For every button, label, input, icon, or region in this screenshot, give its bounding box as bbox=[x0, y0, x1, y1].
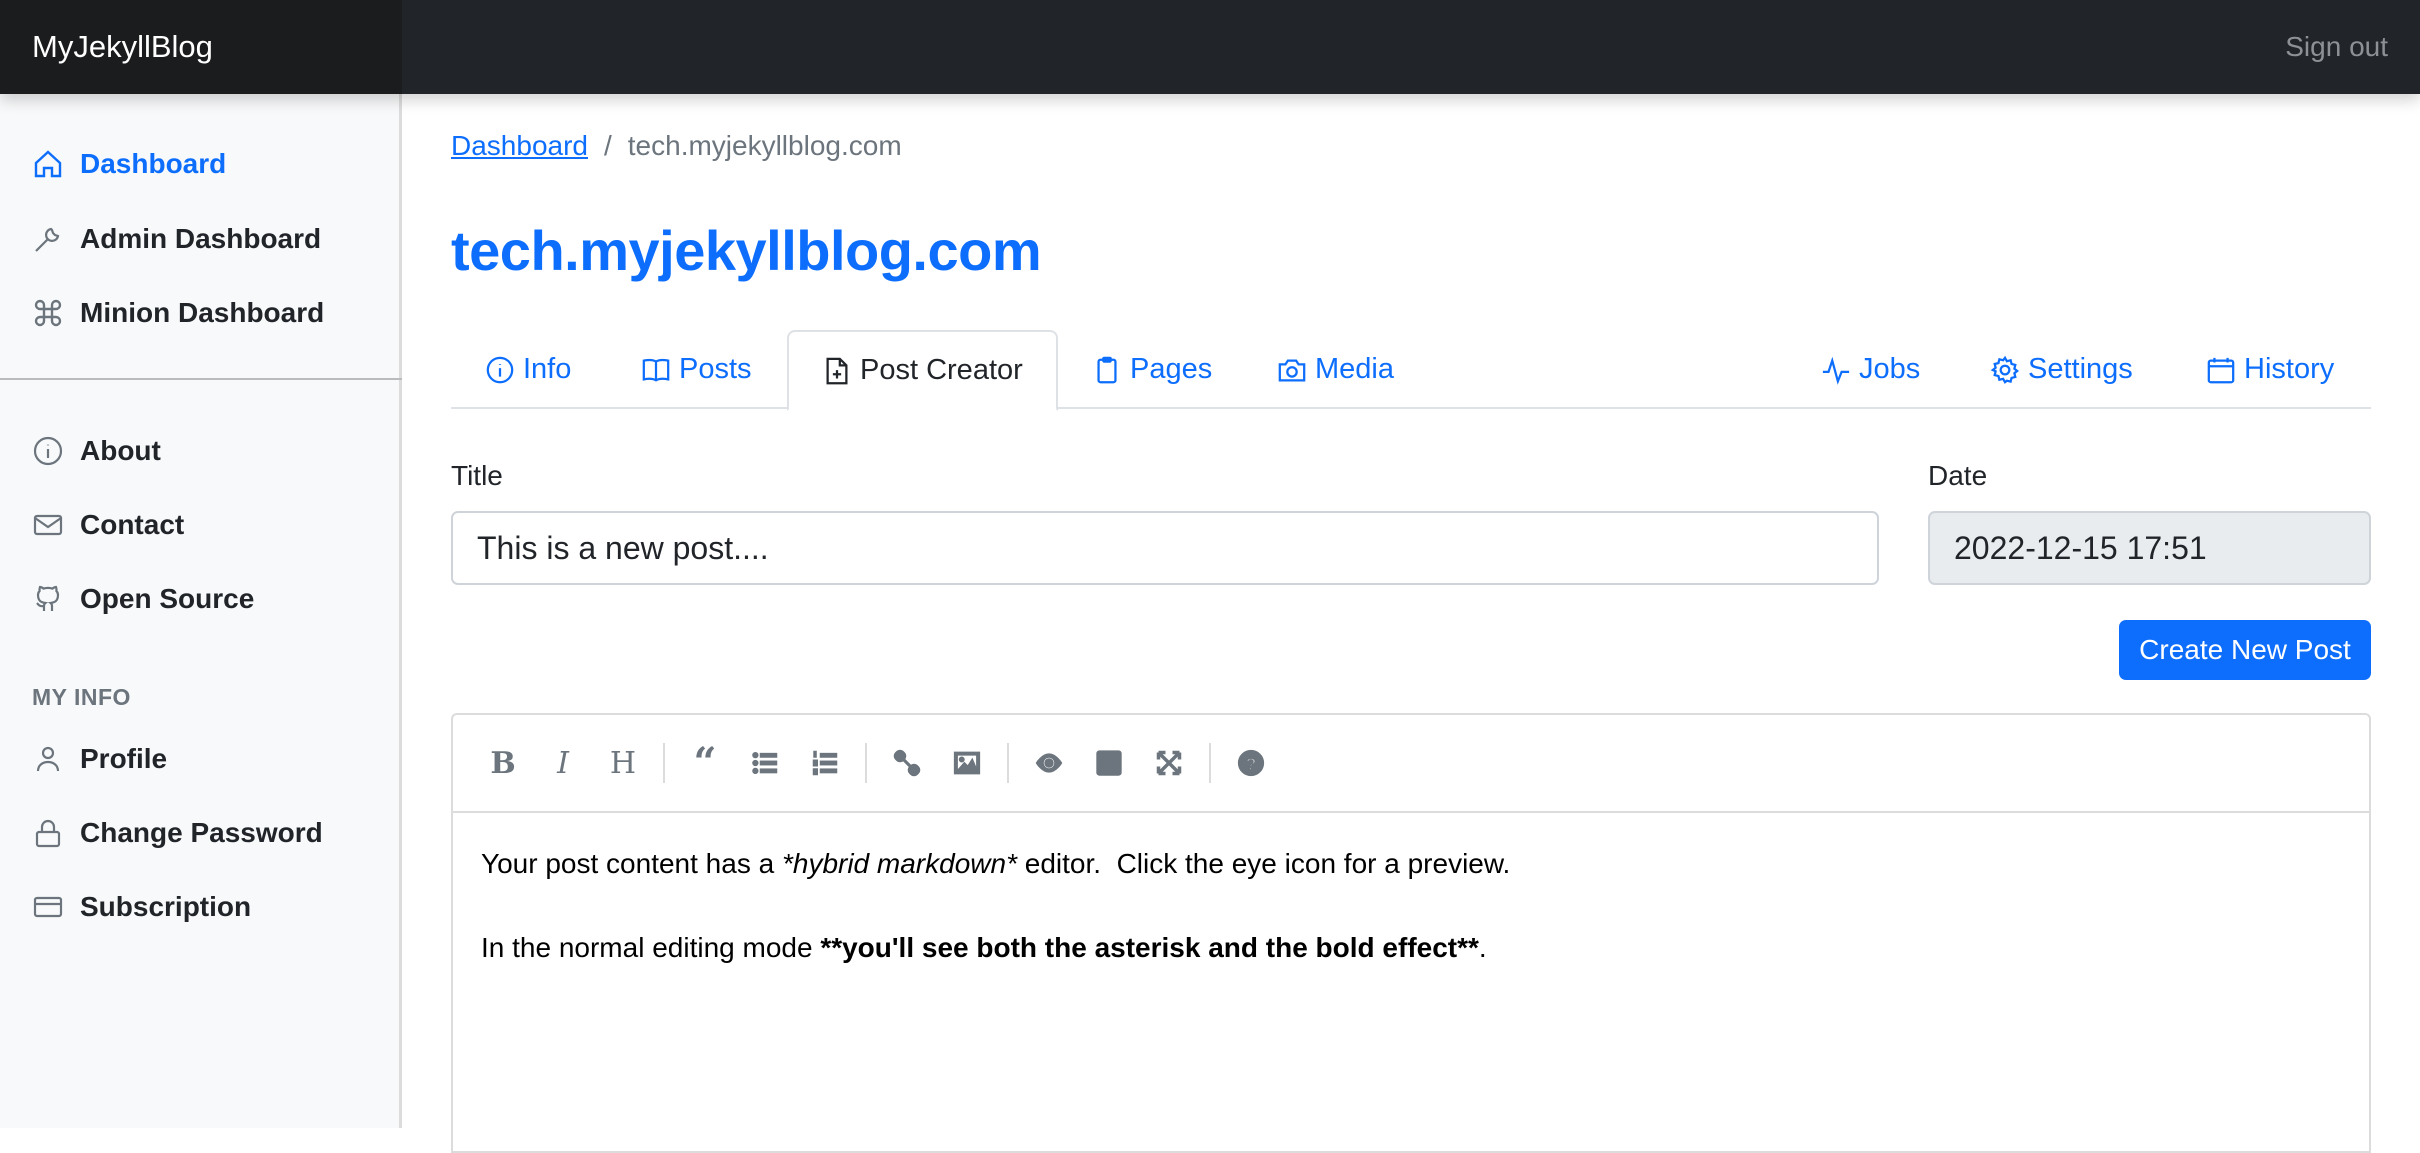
link-icon bbox=[893, 749, 921, 777]
toolbar-separator bbox=[1209, 743, 1211, 783]
breadcrumb-dashboard-link[interactable]: Dashboard bbox=[451, 130, 588, 161]
tab-jobs[interactable]: Jobs bbox=[1821, 330, 1920, 409]
activity-icon bbox=[1822, 356, 1850, 385]
command-icon bbox=[34, 299, 62, 327]
toolbar-separator bbox=[1007, 743, 1009, 783]
unordered-list-button[interactable] bbox=[735, 738, 795, 788]
date-input[interactable]: 2022-12-15 17:51 bbox=[1928, 511, 2371, 585]
editor-toolbar: B I H “ ? bbox=[453, 715, 2369, 813]
quote-icon: “ bbox=[693, 739, 717, 786]
heading-icon: H bbox=[609, 745, 637, 781]
columns-icon bbox=[1096, 750, 1122, 776]
eye-icon bbox=[1035, 753, 1063, 773]
preview-button[interactable] bbox=[1019, 738, 1079, 788]
person-icon bbox=[36, 746, 60, 772]
fullscreen-button[interactable] bbox=[1139, 738, 1199, 788]
sidebar-item-open-source[interactable]: Open Source bbox=[32, 574, 254, 624]
sidebar: Dashboard Admin Dashboard Minion Dashboa… bbox=[0, 94, 402, 1128]
guide-button[interactable]: ? bbox=[1221, 738, 1281, 788]
markdown-editor: B I H “ ? Your post content has a *hybri… bbox=[451, 713, 2371, 1153]
italic-text: *hybrid markdown* bbox=[781, 848, 1017, 879]
sign-out-link[interactable]: Sign out bbox=[2285, 0, 2388, 94]
breadcrumb-current: tech.myjekyllblog.com bbox=[627, 130, 902, 161]
sidebar-item-dashboard[interactable]: Dashboard bbox=[32, 139, 226, 189]
bold-icon: B bbox=[490, 745, 516, 781]
info-circle-icon bbox=[486, 356, 514, 383]
calendar-icon bbox=[2207, 357, 2235, 383]
breadcrumb-separator: / bbox=[603, 130, 612, 161]
book-icon bbox=[642, 358, 670, 382]
heading-button[interactable]: H bbox=[593, 738, 653, 788]
sidebar-divider bbox=[0, 378, 402, 380]
svg-text:?: ? bbox=[1246, 754, 1257, 774]
sidebar-item-change-password[interactable]: Change Password bbox=[32, 808, 323, 858]
date-label: Date bbox=[1928, 460, 1988, 491]
unordered-list-icon bbox=[752, 751, 778, 775]
sidebar-item-contact[interactable]: Contact bbox=[32, 500, 184, 550]
question-circle-icon: ? bbox=[1237, 749, 1265, 777]
toolbar-separator bbox=[865, 743, 867, 783]
toolbar-separator bbox=[663, 743, 665, 783]
gear-icon bbox=[1990, 355, 2019, 384]
envelope-icon bbox=[33, 514, 63, 536]
bold-text: **you'll see both the asterisk and the b… bbox=[820, 932, 1479, 963]
info-circle-icon bbox=[33, 436, 63, 466]
tab-history[interactable]: History bbox=[2206, 330, 2334, 409]
title-input[interactable]: This is a new post.... bbox=[451, 511, 1879, 585]
quote-button[interactable]: “ bbox=[675, 738, 735, 788]
italic-button[interactable]: I bbox=[533, 738, 593, 788]
tab-pages[interactable]: Pages bbox=[1092, 330, 1212, 409]
sidebar-item-admin-dashboard[interactable]: Admin Dashboard bbox=[32, 214, 321, 264]
sidebar-item-about[interactable]: About bbox=[32, 426, 161, 476]
bold-button[interactable]: B bbox=[473, 738, 533, 788]
tab-posts[interactable]: Posts bbox=[641, 330, 752, 409]
editor-content[interactable]: Your post content has a *hybrid markdown… bbox=[453, 813, 2369, 1041]
image-button[interactable] bbox=[937, 738, 997, 788]
camera-icon bbox=[1278, 359, 1306, 381]
clipboard-icon bbox=[1097, 356, 1117, 383]
file-plus-icon bbox=[826, 357, 848, 384]
wrench-icon bbox=[35, 227, 60, 252]
section-heading-my-info: MY INFO bbox=[32, 684, 131, 710]
image-icon bbox=[953, 751, 981, 775]
brand-logo[interactable]: MyJekyllBlog bbox=[0, 0, 402, 94]
lock-icon bbox=[35, 819, 61, 848]
top-navbar: MyJekyllBlog Sign out bbox=[0, 0, 2420, 94]
create-new-post-button[interactable]: Create New Post bbox=[2119, 620, 2371, 680]
fullscreen-icon bbox=[1156, 750, 1182, 776]
tab-info[interactable]: Info bbox=[485, 330, 571, 409]
ordered-list-icon bbox=[812, 750, 838, 776]
tab-settings[interactable]: Settings bbox=[1990, 330, 2133, 409]
sidebar-item-profile[interactable]: Profile bbox=[32, 734, 167, 784]
house-icon bbox=[34, 150, 62, 178]
editor-line-2: In the normal editing mode **you'll see … bbox=[481, 932, 1487, 963]
sidebar-item-subscription[interactable]: Subscription bbox=[32, 882, 251, 932]
page-title: tech.myjekyllblog.com bbox=[451, 219, 1042, 282]
link-button[interactable] bbox=[877, 738, 937, 788]
editor-line-1: Your post content has a *hybrid markdown… bbox=[481, 848, 1511, 879]
breadcrumb: Dashboard / tech.myjekyllblog.com bbox=[451, 130, 902, 162]
github-icon bbox=[36, 585, 60, 611]
tab-post-creator[interactable]: Post Creator bbox=[787, 330, 1058, 411]
italic-icon: I bbox=[557, 745, 569, 781]
sidebar-item-minion-dashboard[interactable]: Minion Dashboard bbox=[32, 288, 324, 338]
credit-card-icon bbox=[33, 896, 63, 918]
side-by-side-button[interactable] bbox=[1079, 738, 1139, 788]
title-label: Title bbox=[451, 460, 503, 491]
tab-media[interactable]: Media bbox=[1277, 330, 1394, 409]
ordered-list-button[interactable] bbox=[795, 738, 855, 788]
tab-bar: Info Posts Post Creator Pages Media Jobs… bbox=[451, 330, 2371, 411]
